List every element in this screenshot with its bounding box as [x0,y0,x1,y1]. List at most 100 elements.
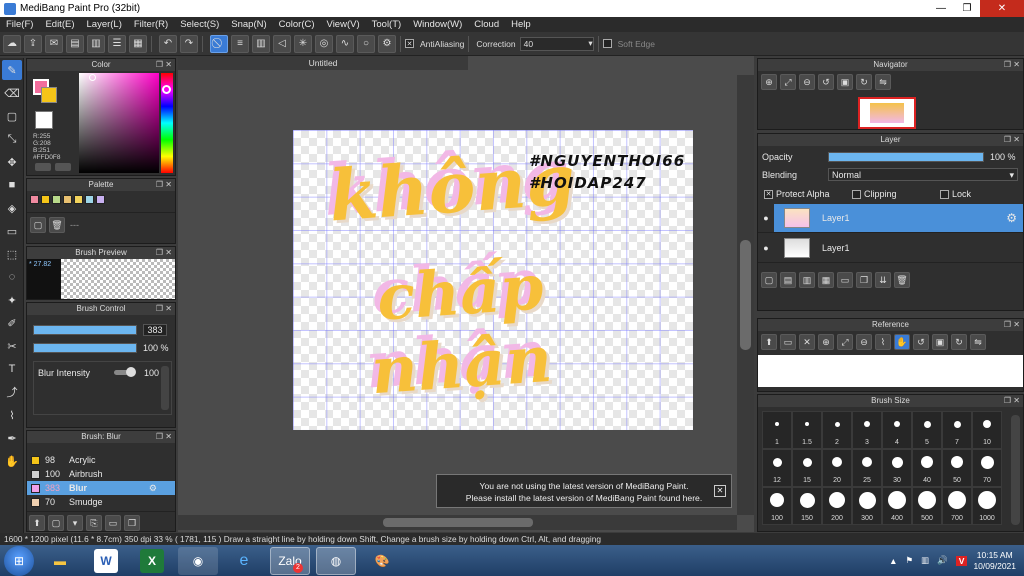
brush-size-cell[interactable]: 300 [852,487,882,525]
palette-swatch[interactable] [63,195,72,204]
lock-checkbox[interactable] [940,189,949,199]
show-hidden-icons-icon[interactable]: ▲ [889,556,897,566]
undo-icon[interactable]: ↶ [159,34,177,53]
current-color-swatch[interactable] [35,111,53,129]
brush-size-cell[interactable]: 25 [852,449,882,487]
layer-row[interactable]: ● Layer1 [758,233,1023,263]
select-tool-icon[interactable]: ⬚ [2,244,22,264]
brush-size-cell[interactable]: 4 [882,411,912,449]
palette-swatch[interactable] [52,195,61,204]
unikey-icon[interactable]: V [955,555,968,566]
menu-layer[interactable]: Layer(L) [81,19,128,30]
comment-icon[interactable]: ✉ [45,34,63,53]
zoom-in-icon[interactable]: ⊕ [761,74,777,90]
menu-window[interactable]: Window(W) [407,19,468,30]
brush-size-cell[interactable]: 500 [912,487,942,525]
brush-size-cell[interactable]: 50 [942,449,972,487]
page-icon[interactable]: ▥ [87,34,105,53]
gear-icon[interactable]: ⚙ [1006,211,1017,225]
palette-swatch[interactable] [41,195,50,204]
brush-size-cell[interactable]: 150 [792,487,822,525]
duplicate-icon[interactable]: ❐ [124,515,140,531]
brush-size-cell[interactable]: 2 [822,411,852,449]
fit-icon[interactable]: ⤢ [837,334,853,350]
network-icon[interactable]: ▥ [921,555,929,566]
new-layer-icon[interactable]: ▢ [761,272,777,288]
close-icon[interactable]: ❐ ✕ [1004,319,1020,331]
reference-area[interactable] [758,355,1023,387]
palette-swatch[interactable] [74,195,83,204]
rotate-right-icon[interactable]: ↻ [951,334,967,350]
flip-icon[interactable]: ⇋ [970,334,986,350]
chrome-icon[interactable]: ◉ [178,546,218,575]
word-icon[interactable]: W [94,548,118,573]
blur-intensity-slider[interactable] [114,367,136,377]
close-icon[interactable]: ❐ ✕ [1004,134,1020,146]
internet-explorer-icon[interactable]: e [224,547,264,575]
upload-icon[interactable]: ⬆ [761,334,777,350]
rotate-right-icon[interactable]: ↻ [856,74,872,90]
new-8bit-layer-icon[interactable]: ▥ [799,272,815,288]
radial-snap-icon[interactable]: ✳ [294,34,312,53]
rotate-left-icon[interactable]: ↺ [913,334,929,350]
close-icon[interactable]: ❐ ✕ [156,59,172,71]
hand-tool-icon[interactable]: ✋ [2,451,22,471]
brush-size-cell[interactable]: 20 [822,449,852,487]
menu-help[interactable]: Help [505,19,537,30]
menu-file[interactable]: File(F) [0,19,39,30]
flip-icon[interactable]: ⇋ [875,74,891,90]
circle-snap-icon[interactable]: ○ [357,34,375,53]
actual-size-icon[interactable]: ▣ [932,334,948,350]
menu-color[interactable]: Color(C) [273,19,321,30]
brush-size-slider[interactable] [33,325,137,335]
brush-size-value[interactable]: 383 [143,324,167,336]
paint-icon[interactable]: 🎨 [362,547,402,575]
scrollbar[interactable] [161,366,169,410]
open-folder-icon[interactable]: ▭ [780,334,796,350]
palette-swatch[interactable] [85,195,94,204]
scrollbar[interactable] [1011,415,1020,525]
operation-tool-icon[interactable]: ⤴ [2,382,22,402]
concentric-snap-icon[interactable]: ◎ [315,34,333,53]
document-tab[interactable]: Untitled [178,56,468,70]
clock[interactable]: 10:15 AM 10/09/2021 [973,550,1016,572]
document-icon[interactable]: ▤ [66,34,84,53]
snap-settings-icon[interactable]: ⚙ [378,34,396,53]
update-notice[interactable]: You are not using the latest version of … [436,474,732,508]
menu-edit[interactable]: Edit(E) [39,19,80,30]
menu-cloud[interactable]: Cloud [468,19,505,30]
delete-layer-icon[interactable]: 🗑 [894,272,910,288]
blur-slider-knob[interactable] [126,367,136,377]
brush-list-item[interactable]: 70 Smudge [27,495,175,509]
zoom-in-icon[interactable]: ⊕ [818,334,834,350]
brush-size-cell[interactable]: 10 [972,411,1002,449]
menu-view[interactable]: View(V) [321,19,366,30]
rotate-left-icon[interactable]: ↺ [818,74,834,90]
menu-select[interactable]: Select(S) [174,19,225,30]
folder-icon[interactable]: ▭ [837,272,853,288]
hand-icon[interactable]: ✋ [894,334,910,350]
actual-size-icon[interactable]: ▣ [837,74,853,90]
maximize-button[interactable]: ❐ [954,0,980,17]
close-icon[interactable]: ❐ ✕ [156,247,172,259]
layer-row[interactable]: ● Layer1 ⚙ [758,203,1023,233]
file-explorer-icon[interactable]: ▬ [40,547,80,575]
move-tool-icon[interactable]: ✥ [2,152,22,172]
eraser-tool-icon[interactable]: ⌫ [2,83,22,103]
folder-icon[interactable]: ▭ [105,515,121,531]
zoom-out-icon[interactable]: ⊖ [799,74,815,90]
brush-size-cell[interactable]: 3 [852,411,882,449]
navigator-thumbnail[interactable] [858,97,916,129]
brush-size-cell[interactable]: 5 [912,411,942,449]
merge-layer-icon[interactable]: ⇊ [875,272,891,288]
redo-icon[interactable]: ↷ [180,34,198,53]
gear-icon[interactable]: ⚙ [149,483,157,494]
dot-tool-icon[interactable]: ⤡ [2,129,22,149]
add-brush-icon[interactable]: ⬆ [29,515,45,531]
scrollbar-thumb[interactable] [383,518,533,527]
brush-size-cell[interactable]: 1 [762,411,792,449]
brush-size-cell[interactable]: 1.5 [792,411,822,449]
cross-snap-icon[interactable]: ▥ [252,34,270,53]
close-icon[interactable]: ❐ ✕ [156,179,172,191]
delete-swatch-icon[interactable]: 🗑 [49,217,65,233]
